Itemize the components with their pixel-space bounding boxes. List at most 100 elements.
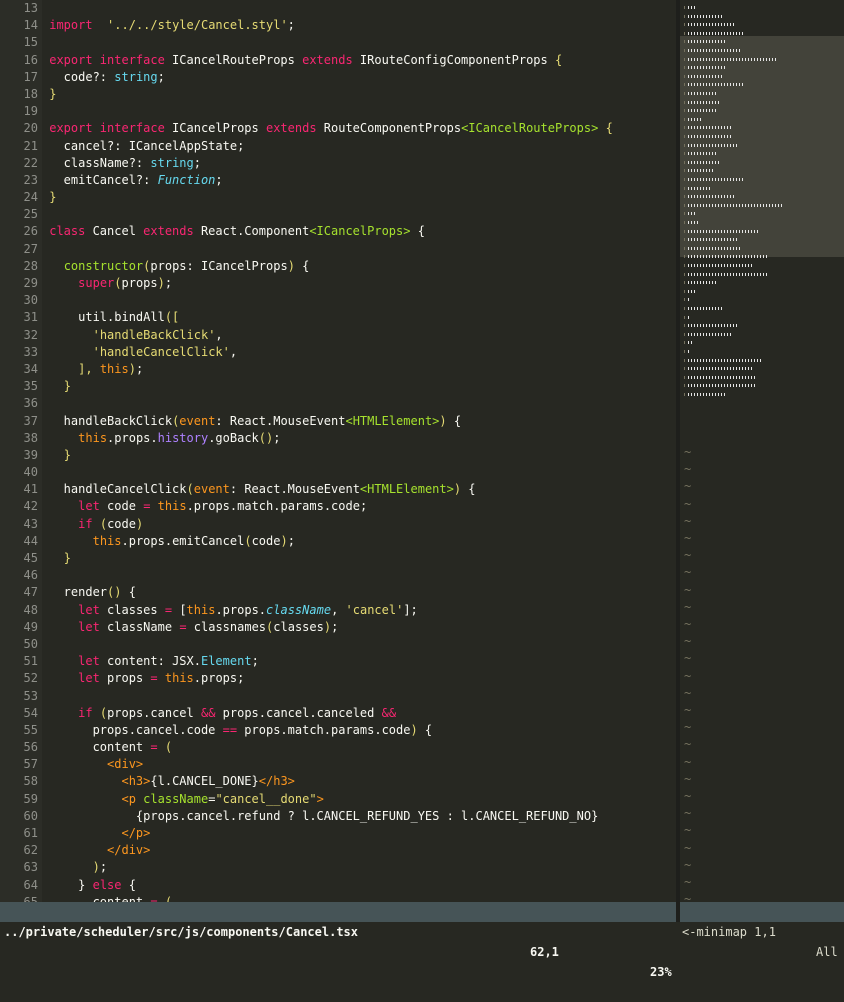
code-token: <h3> bbox=[121, 774, 151, 789]
code-line[interactable]: 25 bbox=[0, 206, 676, 224]
empty-line-marker: ~ bbox=[684, 565, 692, 580]
minimap-text bbox=[688, 375, 757, 379]
code-token: } bbox=[49, 190, 57, 205]
line-code: code?: string; bbox=[42, 70, 165, 84]
code-token: && bbox=[381, 705, 397, 720]
code-token: { bbox=[417, 722, 433, 737]
code-line[interactable]: 32 'handleBackClick', bbox=[0, 326, 676, 344]
code-line[interactable]: 20 export interface ICancelProps extends… bbox=[0, 120, 676, 138]
code-line[interactable]: 23 emitCancel?: Function; bbox=[0, 171, 676, 190]
code-line[interactable]: 61 </p> bbox=[0, 825, 676, 843]
code-token: className?: bbox=[49, 155, 151, 170]
line-number: 23 bbox=[0, 171, 42, 190]
line-number: 49 bbox=[0, 618, 42, 636]
code-line[interactable]: 34 ], this); bbox=[0, 360, 676, 379]
minimap-row bbox=[684, 40, 727, 44]
line-number: 30 bbox=[0, 292, 42, 310]
code-token: else bbox=[92, 877, 122, 892]
code-line[interactable]: 64 } else { bbox=[0, 876, 676, 894]
minimap-text bbox=[688, 152, 718, 156]
code-token: export interface bbox=[49, 121, 165, 136]
code-line[interactable]: 15 bbox=[0, 34, 676, 52]
code-token: </h3> bbox=[258, 774, 295, 789]
code-line[interactable]: 13 bbox=[0, 0, 676, 18]
code-line[interactable]: 50 bbox=[0, 635, 676, 654]
code-line[interactable]: 26 class Cancel extends React.Component<… bbox=[0, 223, 676, 241]
line-number: 52 bbox=[0, 670, 42, 688]
line-code: handleCancelClick(event: React.MouseEven… bbox=[42, 482, 476, 496]
code-line[interactable]: 47 render() { bbox=[0, 584, 676, 602]
line-number: 46 bbox=[0, 567, 42, 585]
code-token: ; bbox=[157, 69, 165, 84]
code-token: ) bbox=[323, 619, 332, 634]
minimap-pane[interactable]: ~ ~ ~ ~ ~ ~ ~ ~ ~ ~ ~ ~ ~ ~ ~ ~ ~ ~ ~ ~ ~ ~ ~ ~ ~ ~ ~ bbox=[680, 0, 844, 902]
code-token: props bbox=[121, 276, 158, 290]
code-line[interactable]: 21 cancel?: ICancelAppState; bbox=[0, 137, 676, 155]
code-line[interactable]: 38 this.props.history.goBack(); bbox=[0, 429, 676, 447]
code-line[interactable]: 24 } bbox=[0, 189, 676, 207]
line-code: let classes = [this.props.className, 'ca… bbox=[42, 603, 418, 617]
code-line[interactable]: 52 let props = this.props; bbox=[0, 670, 676, 688]
empty-line-marker: ~ bbox=[684, 875, 692, 889]
minimap-row bbox=[684, 246, 742, 250]
code-line[interactable]: 63 ); bbox=[0, 859, 676, 877]
code-line[interactable]: 35 } bbox=[0, 378, 676, 396]
code-line[interactable]: 56 content = ( bbox=[0, 739, 676, 757]
code-line[interactable]: 43 if (code) bbox=[0, 515, 676, 533]
line-number: 24 bbox=[0, 189, 42, 207]
code-line[interactable]: 29 super(props); bbox=[0, 275, 676, 293]
code-line[interactable]: 22 className?: string; bbox=[0, 154, 676, 172]
code-line[interactable]: 51 let content: JSX.Element; bbox=[0, 653, 676, 671]
code-line[interactable]: 31 util.bindAll([ bbox=[0, 309, 676, 327]
code-token: ICancelRouteProps bbox=[164, 52, 303, 67]
code-token: code bbox=[107, 516, 136, 531]
code-token: ( bbox=[114, 276, 122, 290]
code-editor[interactable]: 13 14 import '../../style/Cancel.styl'; 1… bbox=[0, 0, 676, 902]
code-token: if bbox=[78, 516, 93, 531]
code-line[interactable]: 65 content = ( bbox=[0, 893, 676, 902]
minimap-status-line: <-minimap 1,1 All bbox=[680, 902, 844, 959]
code-token: this bbox=[164, 671, 194, 686]
code-line[interactable]: 41 handleCancelClick(event: React.MouseE… bbox=[0, 481, 676, 499]
code-line[interactable]: 49 let className = classnames(classes); bbox=[0, 618, 676, 636]
code-line[interactable]: 14 import '../../style/Cancel.styl'; bbox=[0, 17, 676, 35]
code-line[interactable]: 18 } bbox=[0, 85, 676, 104]
line-code: emitCancel?: Function; bbox=[42, 173, 223, 187]
code-token: props bbox=[99, 671, 151, 686]
code-line[interactable]: 59 <p className="cancel__done"> bbox=[0, 790, 676, 808]
code-line[interactable]: 37 handleBackClick(event: React.MouseEve… bbox=[0, 412, 676, 430]
code-line[interactable]: 28 constructor(props: ICancelProps) { bbox=[0, 257, 676, 276]
code-line[interactable]: 55 props.cancel.code == props.match.para… bbox=[0, 721, 676, 740]
code-line[interactable]: 30 bbox=[0, 292, 676, 310]
minimap-text bbox=[688, 66, 727, 70]
code-line[interactable]: 17 code?: string; bbox=[0, 68, 676, 86]
code-line[interactable]: 48 let classes = [this.props.className, … bbox=[0, 601, 676, 619]
code-token: extends bbox=[302, 52, 353, 67]
code-line[interactable]: 40 bbox=[0, 464, 676, 482]
code-line[interactable]: 19 bbox=[0, 103, 676, 121]
code-line[interactable]: 62 </div> bbox=[0, 842, 676, 860]
code-line[interactable]: 57 <div> bbox=[0, 756, 676, 774]
code-line[interactable]: 46 bbox=[0, 567, 676, 585]
code-line[interactable]: 27 bbox=[0, 240, 676, 258]
line-number: 62 bbox=[0, 842, 42, 860]
minimap-text bbox=[688, 212, 697, 216]
code-line[interactable]: 54 if (props.cancel && props.cancel.canc… bbox=[0, 704, 676, 722]
code-line[interactable]: 39 } bbox=[0, 446, 676, 465]
minimap-text bbox=[688, 315, 691, 319]
line-code: } bbox=[42, 87, 56, 101]
code-line[interactable]: 44 this.props.emitCancel(code); bbox=[0, 532, 676, 551]
minimap-row bbox=[684, 195, 736, 199]
code-line[interactable]: 58 <h3>{l.CANCEL_DONE}</h3> bbox=[0, 773, 676, 791]
code-line[interactable]: 60 {props.cancel.refund ? l.CANCEL_REFUN… bbox=[0, 807, 676, 826]
code-line[interactable]: 16 export interface ICancelRouteProps ex… bbox=[0, 51, 676, 69]
code-line[interactable]: 45 } bbox=[0, 550, 676, 568]
code-line[interactable]: 33 'handleCancelClick', bbox=[0, 343, 676, 361]
code-line[interactable]: 42 let code = this.props.match.params.co… bbox=[0, 498, 676, 516]
code-line[interactable]: 53 bbox=[0, 687, 676, 705]
line-number: 33 bbox=[0, 343, 42, 361]
code-line[interactable]: 36 bbox=[0, 395, 676, 413]
code-token: ; bbox=[193, 155, 201, 170]
